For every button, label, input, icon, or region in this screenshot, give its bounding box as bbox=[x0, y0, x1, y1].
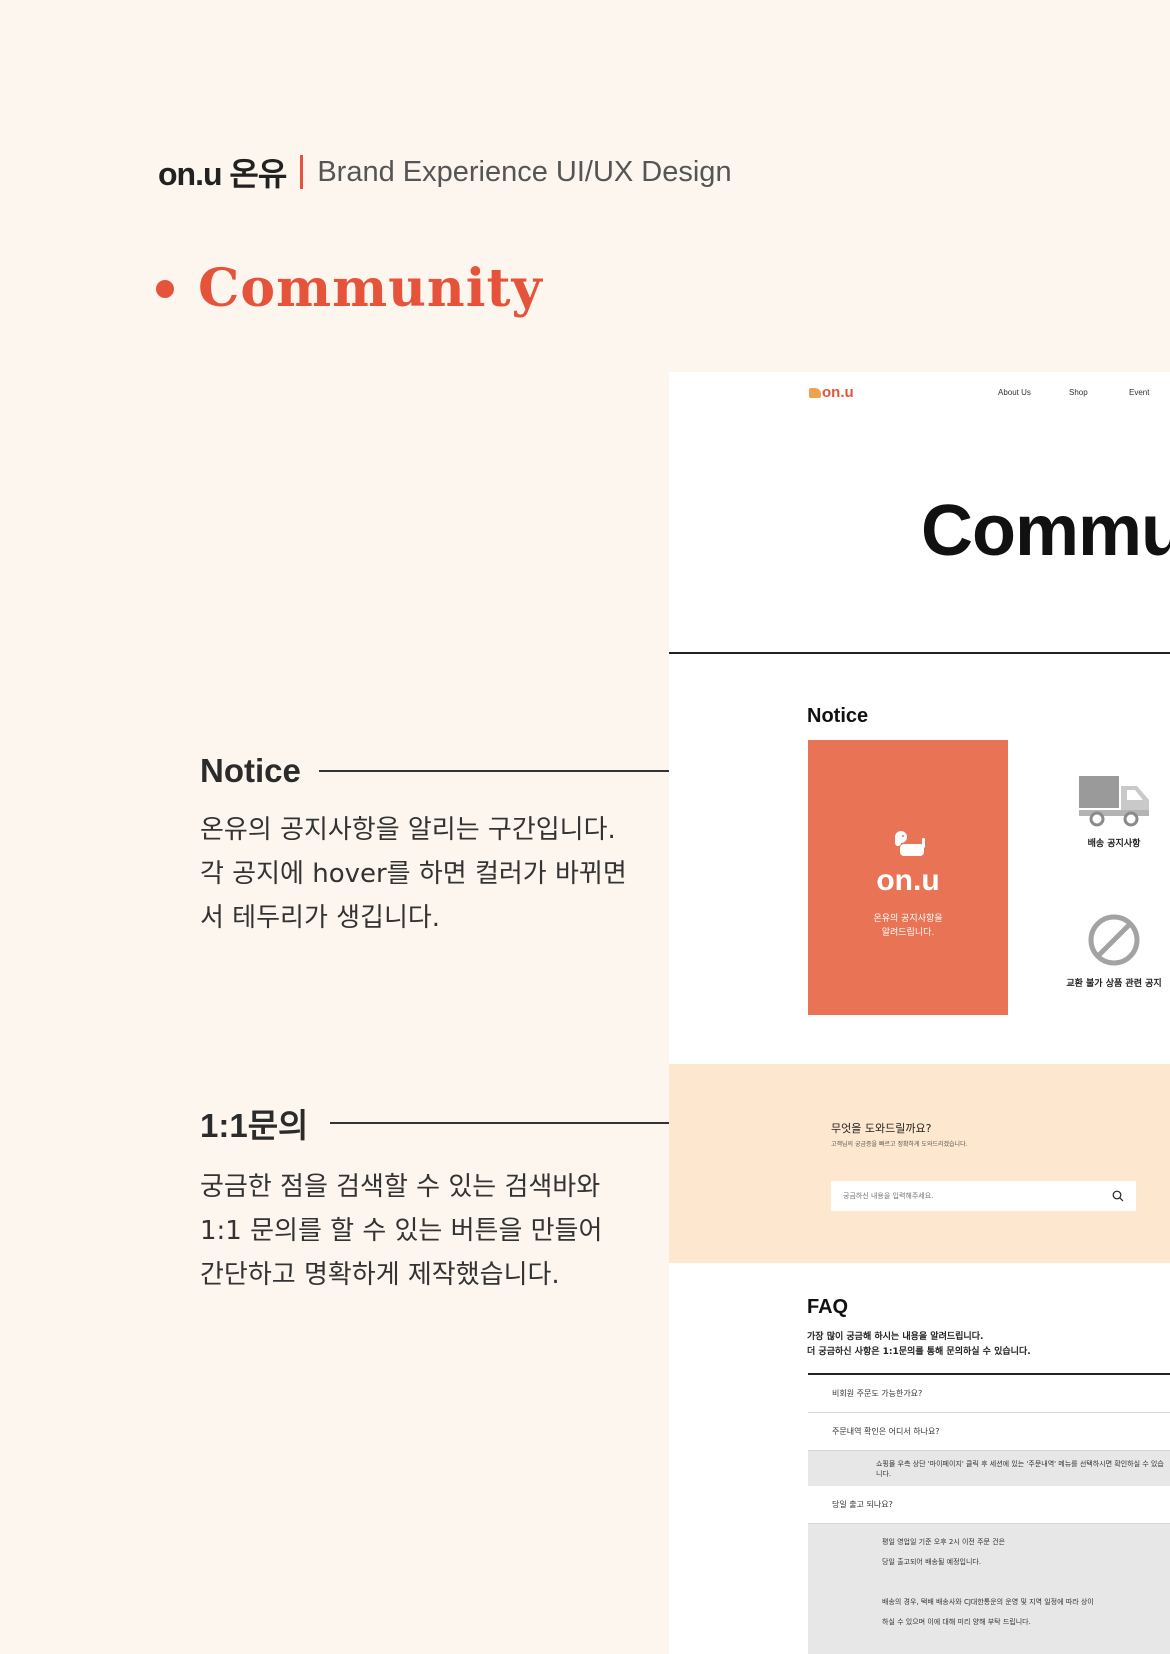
mockup-hero-title: Community bbox=[921, 491, 1170, 571]
callout-notice-head: Notice bbox=[200, 752, 689, 790]
callout-notice-title: Notice bbox=[200, 752, 301, 789]
faq-description: 가장 많이 궁금해 하시는 내용을 알려드립니다. 더 궁금하신 사항은 1:1… bbox=[807, 1330, 1031, 1360]
website-mockup: on.u About Us Shop Event Community Notic… bbox=[669, 372, 1170, 1654]
notice-card-logo: on.u bbox=[876, 864, 940, 897]
faq-heading: FAQ bbox=[807, 1296, 849, 1318]
hero-divider bbox=[669, 652, 1170, 654]
faq-answer-line: 당일 출고되어 배송될 예정입니다. bbox=[882, 1558, 982, 1566]
callout-inquiry: 1:1문의 궁금한 점을 검색할 수 있는 검색바와 1:1 문의를 할 수 있… bbox=[200, 1099, 696, 1297]
dog-logo-icon bbox=[895, 831, 925, 856]
notice-card-main[interactable]: on.u 온유의 공지사항을 알려드립니다. bbox=[808, 740, 1008, 1015]
inquiry-search-bar[interactable] bbox=[831, 1181, 1136, 1211]
notice-card-text: 온유의 공지사항을 알려드립니다. bbox=[873, 914, 943, 938]
faq-question[interactable]: 주문내역 확인은 어디서 하나요? bbox=[808, 1413, 1170, 1451]
section-title-text: Community bbox=[198, 258, 543, 319]
notice-item-shipping[interactable]: 배송 공지사항 bbox=[1059, 772, 1169, 849]
nav-item-event[interactable]: Event bbox=[1129, 388, 1149, 397]
callout-connector-line bbox=[330, 1122, 696, 1124]
faq-desc-line: 더 궁금하신 사항은 1:1문의를 통해 문의하실 수 있습니다. bbox=[807, 1347, 1031, 1357]
mockup-logo[interactable]: on.u bbox=[809, 384, 854, 401]
faq-answer-line: 배송의 경우, 택배 배송사와 CJ대한통운의 운영 및 지역 일정에 따라 상… bbox=[882, 1598, 1094, 1606]
nav-item-shop[interactable]: Shop bbox=[1069, 388, 1088, 397]
notice-item-label: 배송 공지사항 bbox=[1087, 839, 1141, 849]
brand-subtitle: Brand Experience UI/UX Design bbox=[317, 155, 732, 188]
section-title: Community bbox=[156, 258, 543, 319]
nav-item-about[interactable]: About Us bbox=[998, 388, 1031, 397]
faq-answer-line bbox=[808, 1572, 1170, 1592]
bullet-dot-icon bbox=[156, 279, 174, 298]
brand-name: on.u 온유 bbox=[158, 156, 287, 192]
faq-answer-line: 평일 영업일 기준 오후 2시 이전 주문 건은 bbox=[882, 1538, 1006, 1546]
notice-item-exchange[interactable]: 교환 불가 상품 관련 공지 bbox=[1059, 912, 1169, 989]
callout-inquiry-desc: 궁금한 점을 검색할 수 있는 검색바와 1:1 문의를 할 수 있는 버튼을 … bbox=[200, 1172, 603, 1290]
faq-answer: 쇼핑몰 우측 상단 '마이페이지' 클릭 후 세션에 있는 '주문내역' 메뉴를… bbox=[808, 1451, 1170, 1486]
inquiry-subtitle: 고객님의 궁금증을 빠르고 정확하게 도와드리겠습니다. bbox=[831, 1141, 968, 1148]
mockup-logo-text: on.u bbox=[822, 384, 854, 401]
callout-notice: Notice 온유의 공지사항을 알리는 구간입니다. 각 공지에 hover를… bbox=[200, 752, 689, 940]
faq-list: 비회원 주문도 가능한가요? 주문내역 확인은 어디서 하나요? 쇼핑몰 우측 … bbox=[808, 1375, 1170, 1654]
brand-header: on.u 온유 Brand Experience UI/UX Design bbox=[158, 150, 732, 194]
inquiry-title: 무엇을 도와드릴까요? bbox=[831, 1122, 932, 1135]
mockup-navbar: on.u About Us Shop Event bbox=[669, 380, 1170, 410]
callout-inquiry-title: 1:1문의 bbox=[200, 1107, 309, 1144]
search-icon[interactable] bbox=[1112, 1190, 1124, 1202]
faq-question[interactable]: 당일 출고 되나요? bbox=[808, 1486, 1170, 1524]
faq-question[interactable]: 비회원 주문도 가능한가요? bbox=[808, 1375, 1170, 1413]
truck-icon bbox=[1079, 776, 1149, 827]
brand-divider bbox=[300, 155, 304, 189]
faq-desc-line: 가장 많이 궁금해 하시는 내용을 알려드립니다. bbox=[807, 1332, 984, 1342]
callout-inquiry-head: 1:1문의 bbox=[200, 1099, 696, 1147]
callout-notice-desc: 온유의 공지사항을 알리는 구간입니다. 각 공지에 hover를 하면 컬러가… bbox=[200, 815, 627, 933]
faq-answer: 평일 영업일 기준 오후 2시 이전 주문 건은 당일 출고되어 배송될 예정입… bbox=[808, 1524, 1170, 1654]
prohibited-icon bbox=[1088, 914, 1140, 966]
faq-answer-line: 하실 수 있으며 이에 대해 미리 양해 부탁 드립니다. bbox=[882, 1618, 1031, 1626]
inquiry-section: 무엇을 도와드릴까요? 고객님의 궁금증을 빠르고 정확하게 도와드리겠습니다. bbox=[669, 1064, 1170, 1263]
notice-item-label: 교환 불가 상품 관련 공지 bbox=[1066, 979, 1162, 989]
callout-connector-line bbox=[318, 770, 689, 772]
search-input[interactable] bbox=[843, 1192, 1112, 1200]
faq-answer-line: 쇼핑몰 우측 상단 '마이페이지' 클릭 후 세션에 있는 '주문내역' 메뉴를… bbox=[876, 1459, 1164, 1478]
notice-heading: Notice bbox=[807, 705, 869, 727]
dog-logo-icon bbox=[809, 388, 821, 398]
